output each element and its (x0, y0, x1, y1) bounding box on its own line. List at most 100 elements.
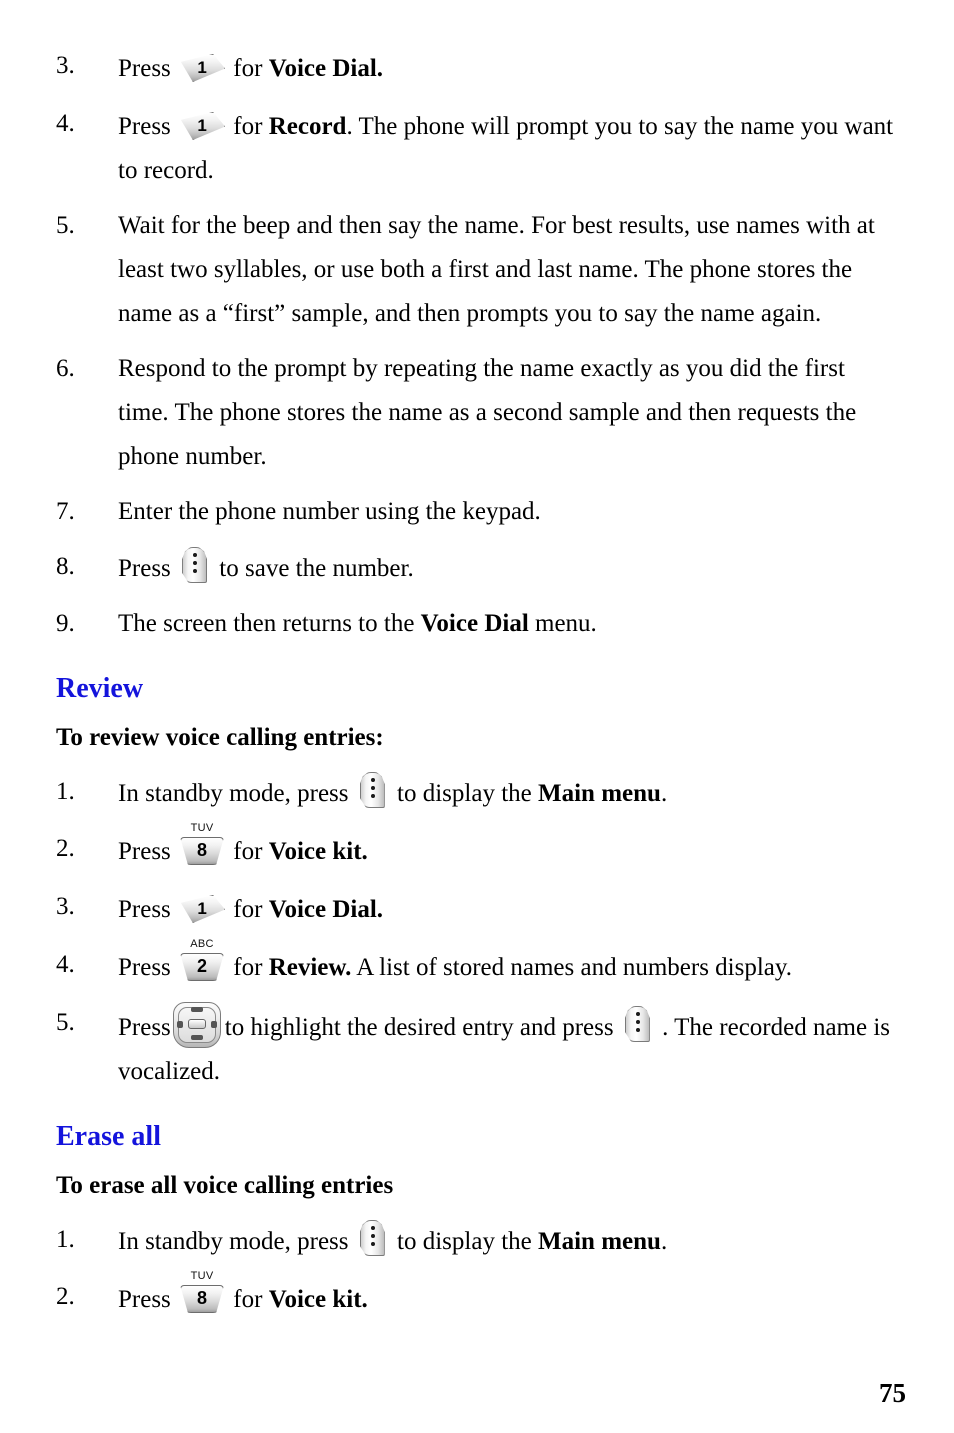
list-item-text: In standby mode, press to display the Ma… (118, 1218, 896, 1264)
nav-right-icon (210, 1021, 217, 1028)
list-item: 5. Press to highlight the desired entry an… (56, 1001, 896, 1094)
key-letters: TUV (190, 822, 214, 834)
body-text: for (227, 838, 269, 865)
list-item-text: Enter the phone number using the keypad. (118, 490, 896, 534)
list-item-number: 3. (56, 893, 75, 920)
body-text: Press (118, 838, 178, 865)
nav-up-icon (190, 1007, 203, 1012)
list-item-text: Press 1 for Voice Dial. (118, 885, 896, 932)
nav-select-icon (187, 1019, 206, 1029)
body-text: Press (118, 113, 178, 140)
body-text: for (227, 55, 269, 82)
page-number: 75 (879, 1378, 906, 1408)
list-item: 1. In standby mode, press to display the … (56, 1218, 896, 1264)
list-item-text: Press ABC 2 for Review. A list of stored … (118, 939, 896, 990)
phone-menu-key-icon (359, 770, 387, 810)
emphasis-text: Voice kit. (268, 1286, 368, 1313)
list-item: 9. The screen then returns to the Voice D… (56, 602, 896, 646)
key-letters: TUV (190, 1270, 214, 1282)
body-text: Wait for the beep and then say the name.… (118, 212, 875, 327)
list-item-number: 5. (56, 212, 75, 239)
emphasis-text: Voice kit. (268, 838, 368, 865)
phone-menu-key-icon (181, 545, 209, 585)
list-item: 3. Press 1 for Voice Dial. (56, 44, 896, 91)
emphasis-text: Voice Dial (420, 610, 529, 637)
emphasis-text: Main menu (538, 780, 661, 807)
list-item: 1. In standby mode, press to display the … (56, 770, 896, 816)
phone-key-1-icon: 1 (179, 882, 226, 925)
body-text: to highlight the desired entry and press (224, 1014, 620, 1041)
list-item: 4. Press ABC 2 for Review. A list of store… (56, 939, 896, 990)
list-item-text: Press to save the number. (118, 545, 896, 591)
voicemail-mark-icon (187, 882, 219, 906)
body-text: menu. (528, 610, 597, 637)
list-item-text: In standby mode, press to display the Ma… (118, 770, 896, 816)
phone-navigation-key-icon (172, 1001, 223, 1049)
body-text: to display the (390, 780, 538, 807)
body-text: In standby mode, press (118, 780, 355, 807)
body-text: to save the number. (213, 555, 414, 582)
body-text: Press (118, 896, 178, 923)
key-digit: 1 (197, 58, 207, 77)
body-text: to display the (390, 1228, 538, 1255)
three-dots-icon (624, 1012, 652, 1036)
body-text: In standby mode, press (118, 1228, 355, 1255)
phone-key-8-icon: TUV 8 (179, 823, 225, 867)
body-text: for (227, 896, 269, 923)
manual-page: 3. Press 1 for Voice Dial. 4. Press 1 for R… (0, 0, 954, 1433)
body-text: Press (118, 1286, 178, 1313)
body-text: Press (118, 1014, 171, 1041)
emphasis-text: Voice Dial. (268, 55, 384, 82)
body-text: . (660, 780, 668, 807)
key-letters: ABC (190, 938, 214, 950)
body-text: Press (118, 555, 178, 582)
list-item-text: Press TUV 8 for Voice kit. (118, 823, 896, 874)
list-item-number: 6. (56, 355, 75, 382)
list-item-text: Wait for the beep and then say the name.… (118, 204, 896, 336)
phone-key-2-icon: ABC 2 (179, 939, 225, 983)
section-heading: Review (56, 673, 144, 704)
voicemail-mark-icon (187, 41, 219, 65)
key-digit: 1 (197, 899, 207, 918)
list-item-number: 1. (56, 1226, 75, 1253)
list-item: 4. Press 1 for Record. The phone will pro… (56, 102, 896, 193)
list-item: 2. Press TUV 8 for Voice kit. (56, 823, 896, 874)
phone-key-1-icon: 1 (179, 41, 226, 84)
three-dots-icon (359, 778, 387, 802)
list-item-number: 3. (56, 52, 75, 79)
body-text: for (227, 1286, 269, 1313)
list-item: 7. Enter the phone number using the keypa… (56, 490, 896, 534)
list-item-number: 4. (56, 110, 75, 137)
three-dots-icon (359, 1226, 387, 1250)
nav-down-icon (190, 1035, 203, 1040)
list-item-text: Press TUV 8 for Voice kit. (118, 1271, 896, 1322)
list-item-number: 2. (56, 1283, 75, 1310)
key-digit: 8 (197, 1288, 208, 1308)
phone-key-8-icon: TUV 8 (179, 1271, 225, 1315)
list-item-number: 7. (56, 498, 75, 525)
list-item-text: Press to highlight the desired entry and … (118, 1001, 896, 1094)
body-text: The screen then returns to the (118, 610, 421, 637)
body-text: Press (118, 954, 178, 981)
body-text: A list of stored names and numbers displ… (351, 954, 793, 981)
list-item-text: Press 1 for Voice Dial. (118, 44, 896, 91)
sub-heading: To erase all voice calling entries (56, 1172, 394, 1199)
list-item-number: 2. (56, 835, 75, 862)
list-item-number: 9. (56, 610, 75, 637)
list-item-number: 1. (56, 778, 75, 805)
list-item-text: Press 1 for Record. The phone will promp… (118, 102, 896, 193)
key-digit: 2 (197, 956, 208, 976)
body-text: Respond to the prompt by repeating the n… (118, 355, 857, 470)
list-item-number: 8. (56, 553, 75, 580)
emphasis-text: Main menu (538, 1228, 661, 1255)
emphasis-text: Record (268, 113, 347, 140)
nav-left-icon (176, 1021, 183, 1028)
list-item: 6. Respond to the prompt by repeating the… (56, 347, 896, 479)
three-dots-icon (181, 553, 209, 577)
list-item: 8. Press to save the number. (56, 545, 896, 591)
list-item: 5. Wait for the beep and then say the nam… (56, 204, 896, 336)
body-text: Enter the phone number using the keypad. (118, 498, 541, 525)
phone-menu-key-icon (359, 1218, 387, 1258)
key-digit: 1 (197, 116, 207, 135)
voicemail-mark-icon (187, 99, 219, 123)
